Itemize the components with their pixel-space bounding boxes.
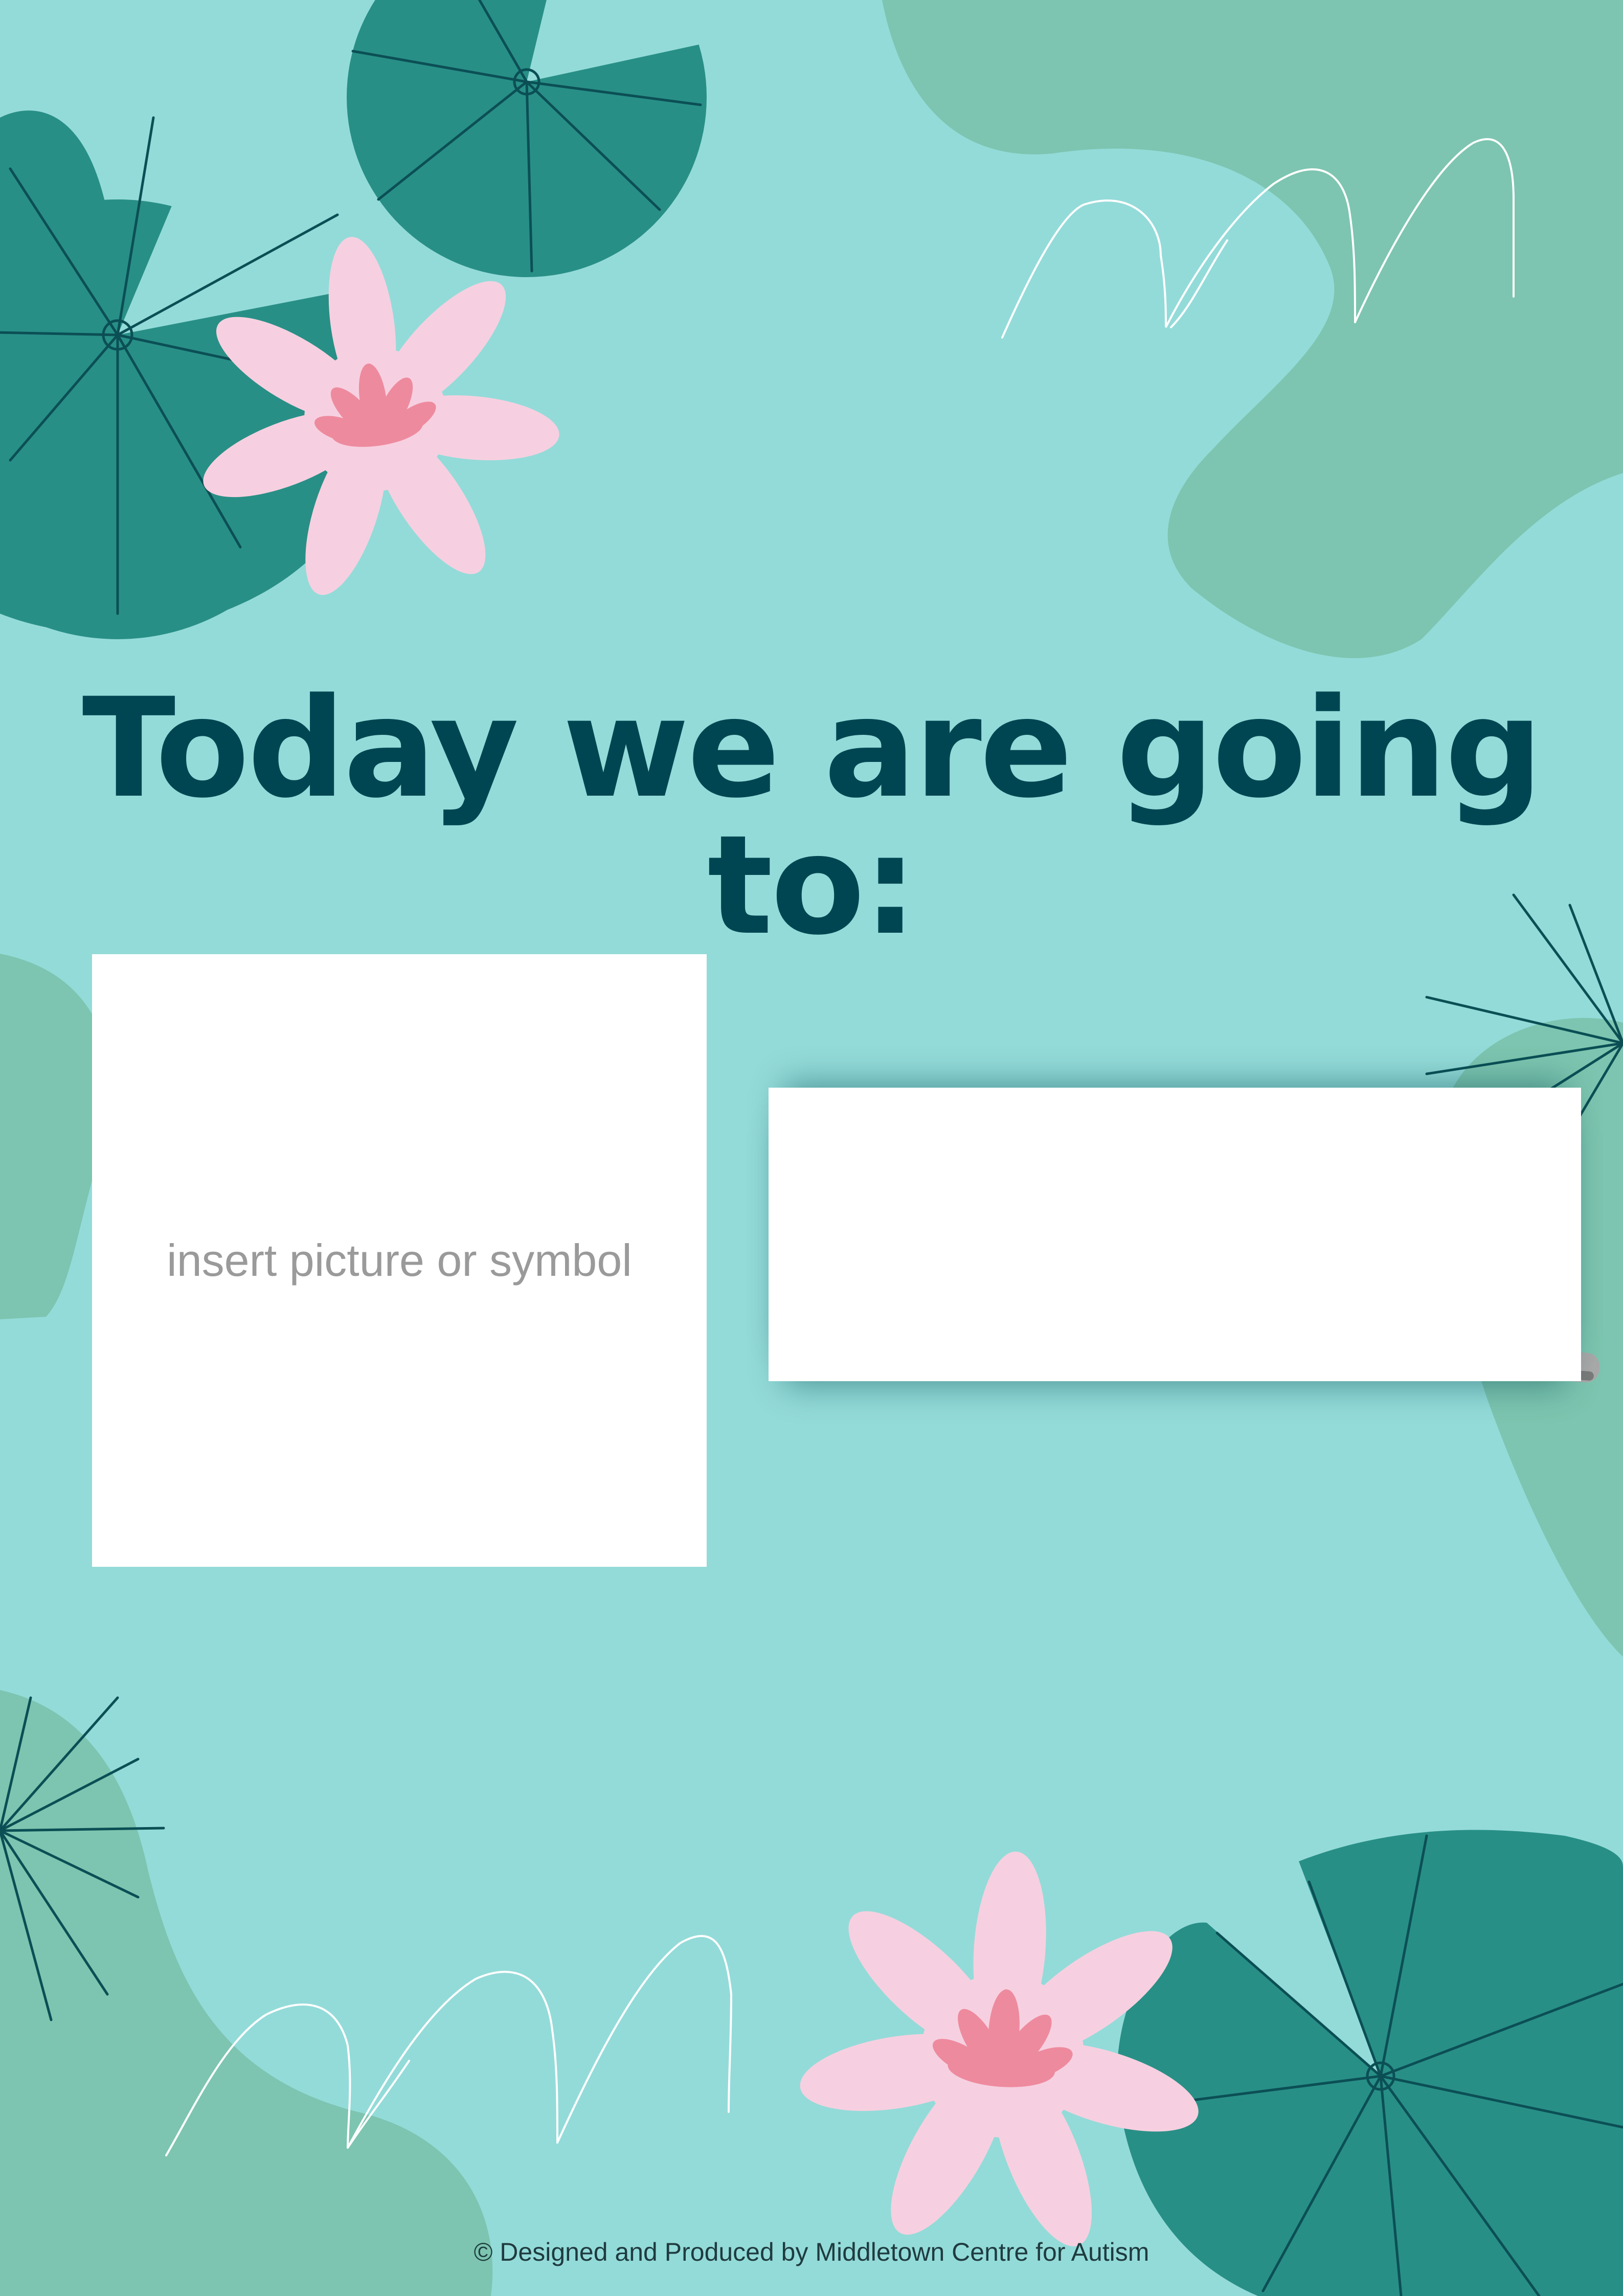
green-blob-top-right [882,0,1623,659]
picture-placeholder-text: insert picture or symbol [167,1235,632,1286]
lily-pad-icon [1117,1830,1623,2296]
lily-pad-icon [347,0,716,277]
write-on-card[interactable] [769,1088,1581,1381]
green-blob-bottom-left [0,1690,493,2296]
picture-placeholder-box[interactable]: insert picture or symbol [92,954,707,1567]
page-title: Today we are going to: [82,669,1543,965]
footer-credit: © Designed and Produced by Middletown Ce… [474,2238,1149,2266]
